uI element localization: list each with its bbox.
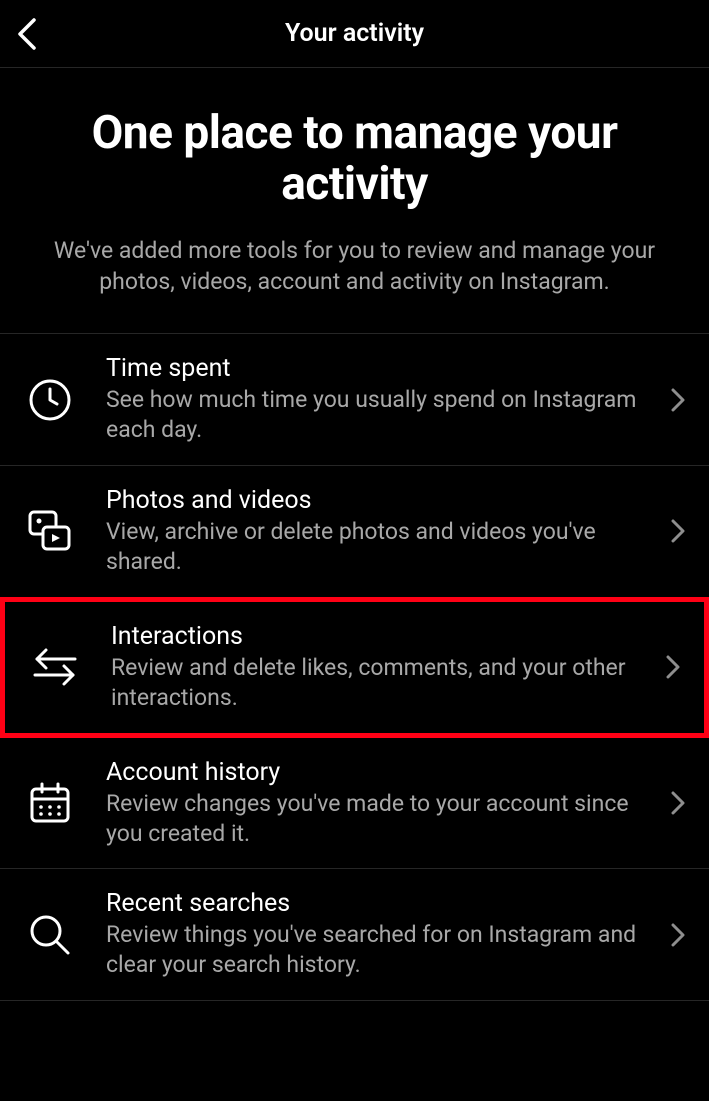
header: Your activity: [0, 0, 709, 68]
search-icon: [24, 909, 76, 961]
item-desc: Review changes you've made to your accou…: [106, 789, 653, 849]
calendar-icon: [24, 777, 76, 829]
chevron-right-icon: [666, 655, 680, 679]
item-content: Interactions Review and delete likes, co…: [111, 622, 666, 713]
hero-title: One place to manage your activity: [48, 108, 661, 209]
item-content: Time spent See how much time you usually…: [106, 354, 671, 445]
item-desc: See how much time you usually spend on I…: [106, 385, 653, 445]
page-title: Your activity: [16, 19, 693, 48]
list-item-recent-searches[interactable]: Recent searches Review things you've sea…: [0, 869, 709, 1001]
chevron-right-icon: [671, 388, 685, 412]
item-desc: Review things you've searched for on Ins…: [106, 920, 653, 980]
back-button[interactable]: [16, 16, 38, 52]
item-content: Recent searches Review things you've sea…: [106, 889, 671, 980]
activity-list: Time spent See how much time you usually…: [0, 333, 709, 1001]
item-title: Account history: [106, 758, 653, 787]
chevron-right-icon: [671, 519, 685, 543]
item-content: Photos and videos View, archive or delet…: [106, 486, 671, 577]
list-item-account-history[interactable]: Account history Review changes you've ma…: [0, 738, 709, 870]
item-desc: Review and delete likes, comments, and y…: [111, 653, 648, 713]
clock-icon: [24, 374, 76, 426]
hero-subtitle: We've added more tools for you to review…: [48, 235, 661, 297]
chevron-right-icon: [671, 791, 685, 815]
item-title: Photos and videos: [106, 486, 653, 515]
item-desc: View, archive or delete photos and video…: [106, 517, 653, 577]
item-title: Recent searches: [106, 889, 653, 918]
chevron-right-icon: [671, 923, 685, 947]
list-item-photos-videos[interactable]: Photos and videos View, archive or delet…: [0, 466, 709, 598]
hero-section: One place to manage your activity We've …: [0, 68, 709, 333]
item-title: Time spent: [106, 354, 653, 383]
item-content: Account history Review changes you've ma…: [106, 758, 671, 849]
chevron-left-icon: [16, 16, 38, 52]
item-title: Interactions: [111, 622, 648, 651]
list-item-interactions[interactable]: Interactions Review and delete likes, co…: [0, 597, 709, 738]
interactions-icon: [29, 641, 81, 693]
list-item-time-spent[interactable]: Time spent See how much time you usually…: [0, 334, 709, 466]
photos-videos-icon: [24, 505, 76, 557]
